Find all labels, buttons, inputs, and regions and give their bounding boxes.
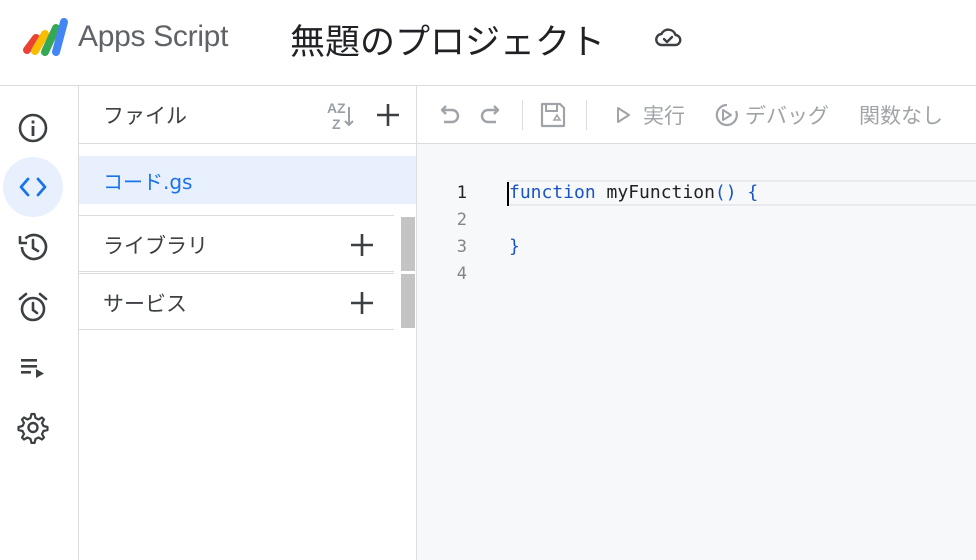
- gear-icon: [17, 412, 49, 444]
- top-bar: Apps Script 無題のプロジェクト: [0, 0, 976, 86]
- rail-executions-button[interactable]: [3, 337, 63, 397]
- rail-editor-button[interactable]: [3, 157, 63, 217]
- files-header: ファイル A Z Z: [79, 86, 417, 144]
- code-keyword: function: [509, 182, 596, 203]
- text-cursor: [507, 182, 509, 206]
- services-label: サービス: [103, 292, 187, 316]
- code-identifier: myFunction: [595, 182, 715, 203]
- libraries-label: ライブラリ: [103, 234, 208, 258]
- toolbar-divider: [586, 100, 587, 130]
- debug-button[interactable]: デバッグ: [745, 100, 829, 130]
- left-rail: [0, 86, 79, 560]
- services-scrollbar[interactable]: [401, 274, 415, 328]
- services-section[interactable]: サービス: [79, 273, 394, 330]
- toolbar-divider: [522, 100, 523, 130]
- alarm-icon: [18, 292, 48, 322]
- line-number: 2: [456, 210, 467, 230]
- add-library-icon[interactable]: [346, 229, 378, 261]
- code-editor[interactable]: 1 2 3 4 function myFunction() { }: [417, 144, 976, 560]
- code-icon: [19, 177, 47, 197]
- libraries-section[interactable]: ライブラリ: [79, 215, 394, 272]
- playlist-icon: [21, 359, 44, 378]
- function-select[interactable]: 関数なし: [859, 100, 943, 130]
- rail-settings-button[interactable]: [3, 397, 63, 457]
- info-icon: [18, 113, 48, 143]
- add-service-icon[interactable]: [346, 287, 378, 319]
- rail-triggers-button[interactable]: [3, 277, 63, 337]
- apps-script-logo[interactable]: [18, 16, 70, 58]
- run-button[interactable]: 実行: [643, 100, 685, 130]
- rail-history-button[interactable]: [3, 217, 63, 277]
- add-file-icon[interactable]: [372, 99, 404, 131]
- cloud-check-icon[interactable]: [654, 26, 682, 50]
- code-line[interactable]: function myFunction() {: [509, 182, 758, 203]
- line-number: 4: [456, 264, 467, 284]
- history-icon: [18, 233, 48, 261]
- rail-overview-button[interactable]: [3, 98, 63, 158]
- code-punctuation: () {: [714, 182, 759, 203]
- files-title: ファイル: [103, 104, 187, 128]
- project-title[interactable]: 無題のプロジェクト: [290, 14, 605, 65]
- svg-text:Z: Z: [332, 116, 341, 131]
- svg-text:A: A: [327, 100, 337, 116]
- line-number: 1: [456, 183, 467, 203]
- svg-text:Z: Z: [337, 100, 346, 116]
- editor-toolbar: 実行 デバッグ 関数なし: [417, 86, 976, 144]
- file-item-code-gs[interactable]: コード.gs: [79, 156, 416, 204]
- undo-icon[interactable]: [433, 99, 465, 131]
- redo-icon[interactable]: [475, 99, 507, 131]
- run-icon[interactable]: [613, 99, 635, 131]
- line-number: 3: [456, 237, 467, 257]
- sort-az-icon[interactable]: A Z Z: [324, 99, 356, 131]
- libraries-scrollbar[interactable]: [401, 217, 415, 271]
- save-drive-icon[interactable]: [537, 99, 569, 131]
- code-line[interactable]: }: [509, 236, 520, 257]
- debug-icon[interactable]: [713, 99, 741, 131]
- file-name: コード.gs: [103, 170, 193, 194]
- app-name: Apps Script: [78, 20, 229, 53]
- files-panel: ファイル A Z Z コード.gs ライブラリ サービス: [79, 86, 417, 560]
